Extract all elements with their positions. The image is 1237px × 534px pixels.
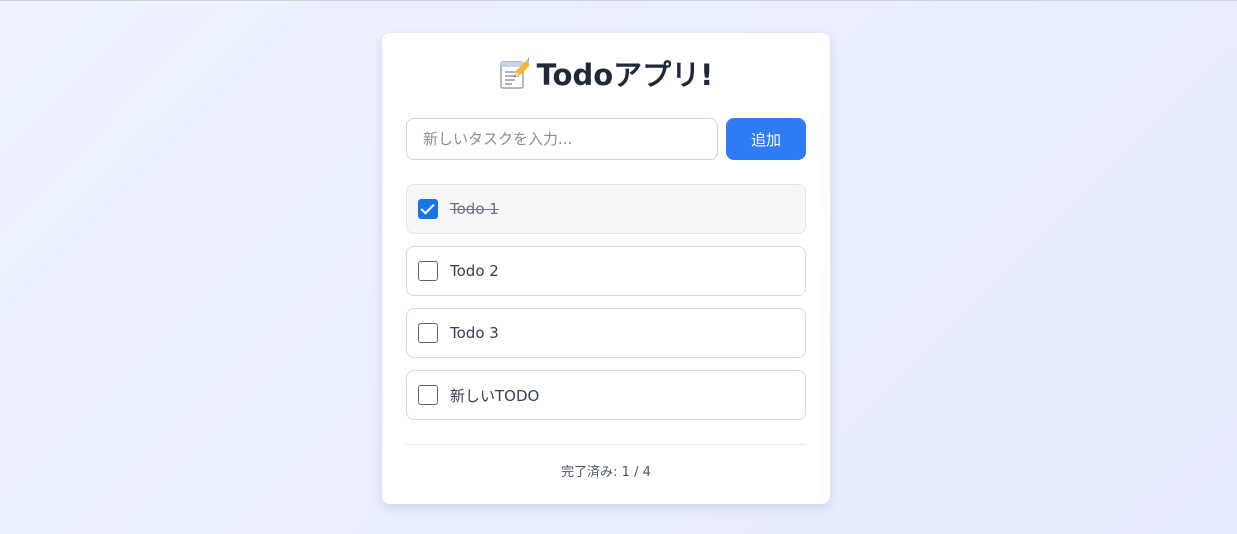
app-title-text: Todoアプリ! [536,58,714,92]
completion-summary: 完了済み: 1 / 4 [406,444,806,480]
add-button[interactable]: 追加 [726,118,806,160]
todo-card: Todoアプリ! 追加 Todo 1 Todo 2 Todo 3 新しいTODO… [382,33,830,504]
completion-count: 1 / 4 [621,465,651,480]
todo-item[interactable]: Todo 3 [406,308,806,358]
todo-text: Todo 2 [450,262,499,280]
completion-label: 完了済み: [561,465,618,480]
todo-checkbox[interactable] [418,199,438,219]
todo-item[interactable]: 新しいTODO [406,370,806,420]
todo-list: Todo 1 Todo 2 Todo 3 新しいTODO [406,184,806,420]
todo-text: 新しいTODO [450,386,540,405]
page-title: Todoアプリ! [406,33,806,95]
todo-checkbox[interactable] [418,323,438,343]
todo-checkbox[interactable] [418,261,438,281]
todo-checkbox[interactable] [418,385,438,405]
todo-item[interactable]: Todo 1 [406,184,806,234]
memo-pencil-icon [499,57,534,90]
add-todo-form: 追加 [406,118,806,160]
todo-text: Todo 3 [450,324,499,342]
new-task-input[interactable] [406,118,718,160]
todo-text: Todo 1 [450,200,499,218]
todo-item[interactable]: Todo 2 [406,246,806,296]
